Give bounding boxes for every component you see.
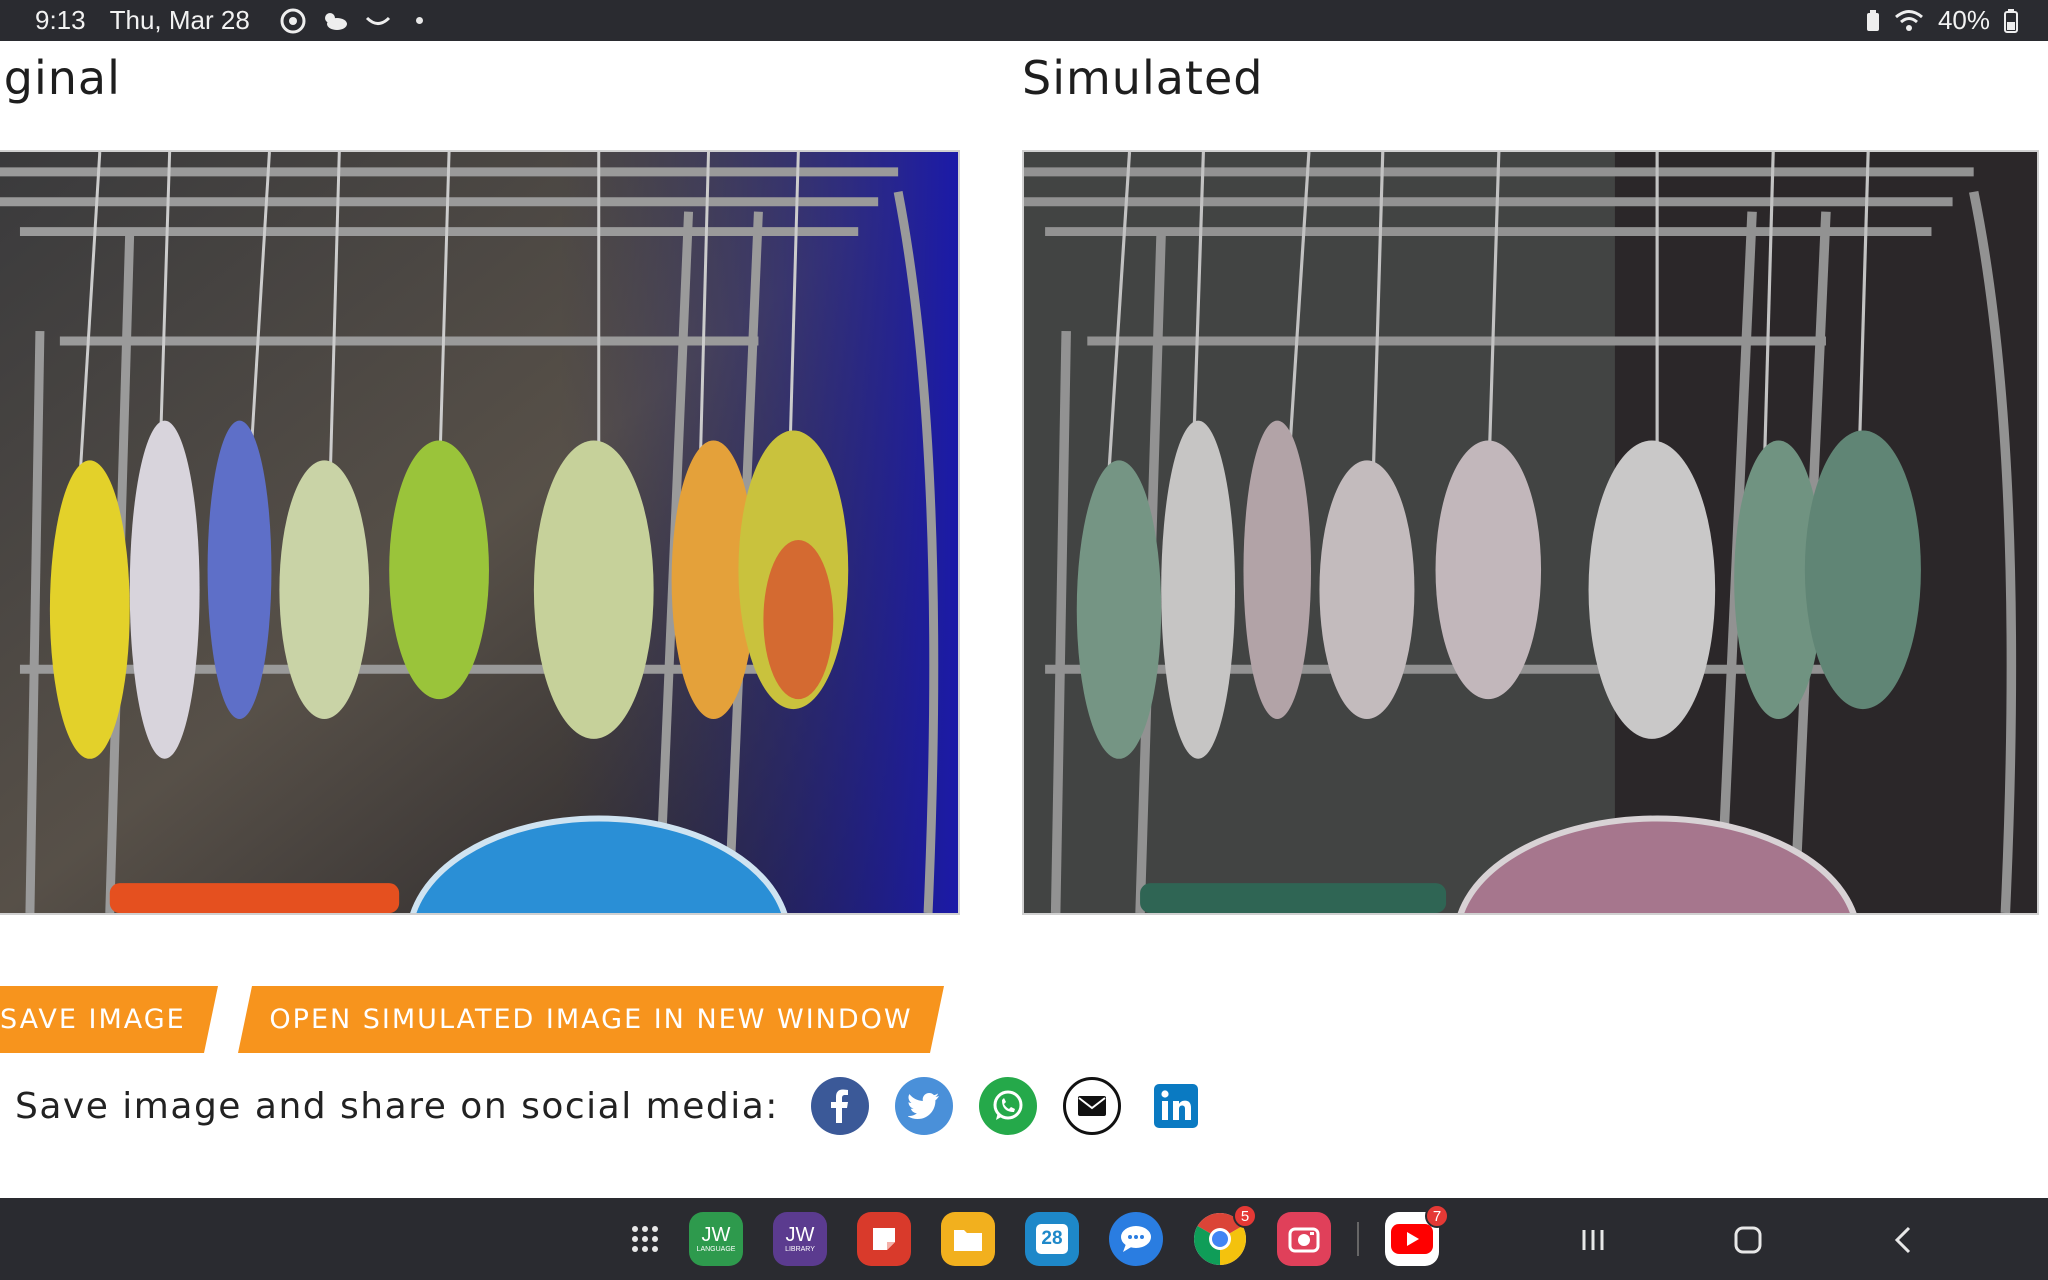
status-time: 9:13	[35, 5, 86, 35]
share-row: Save image and share on social media:	[15, 1071, 1209, 1141]
jw-language-sub: LANGUAGE	[696, 1246, 736, 1253]
original-heading: iginal	[0, 51, 121, 105]
chrome-app-icon[interactable]: 5	[1193, 1204, 1257, 1266]
linkedin-icon[interactable]	[1147, 1077, 1205, 1135]
simulated-image	[1022, 150, 2039, 915]
screen-recorder-app-icon[interactable]	[1277, 1212, 1331, 1266]
simulated-heading: Simulated	[1022, 51, 1264, 105]
recent-apps-button[interactable]	[1573, 1220, 1613, 1260]
battery-icon	[2004, 8, 2018, 33]
apps-grid-icon[interactable]	[618, 1212, 672, 1266]
back-button[interactable]	[1883, 1220, 1923, 1260]
battery-saver-icon	[1866, 9, 1880, 32]
notes-app-icon[interactable]	[857, 1212, 911, 1266]
open-simulated-image-button[interactable]: OPEN SIMULATED IMAGE IN NEW WINDOW	[238, 986, 944, 1053]
status-bar: 9:13 Thu, Mar 28 40%	[0, 0, 2048, 41]
page-content: iginal Simulated SAVE IMAGE OPEN SIMULAT…	[0, 41, 2048, 1198]
calendar-date-label: 28	[1036, 1224, 1068, 1254]
jw-library-app-icon[interactable]: JW LIBRARY	[773, 1212, 827, 1266]
jw-language-app-icon[interactable]: JW LANGUAGE	[689, 1212, 743, 1266]
home-button[interactable]	[1728, 1220, 1768, 1260]
calendar-app-icon[interactable]: 28	[1025, 1212, 1079, 1266]
messages-app-icon[interactable]	[1109, 1212, 1163, 1266]
fishing-lures-photo-simulated	[1024, 152, 2037, 913]
share-label: Save image and share on social media:	[15, 1085, 779, 1127]
chrome-badge: 5	[1233, 1204, 1257, 1228]
save-image-button[interactable]: SAVE IMAGE	[0, 986, 218, 1053]
fishing-lures-photo-original	[0, 152, 958, 913]
jw-language-label: JW	[701, 1224, 731, 1246]
weather-icon	[320, 9, 350, 33]
original-image	[0, 150, 960, 915]
youtube-badge: 7	[1425, 1204, 1449, 1228]
facebook-icon[interactable]	[810, 1077, 869, 1135]
notification-dot-icon	[415, 17, 423, 24]
chrome-icon	[280, 8, 306, 34]
jw-library-sub: LIBRARY	[785, 1246, 815, 1253]
battery-percent: 40%	[1937, 5, 1990, 35]
whatsapp-icon[interactable]	[978, 1077, 1037, 1135]
jw-library-label: JW	[785, 1224, 815, 1246]
smile-icon	[364, 13, 392, 29]
taskbar-dock: JW LANGUAGE JW LIBRARY 28 5 7	[0, 1198, 2048, 1280]
status-date: Thu, Mar 28	[109, 5, 250, 35]
email-icon[interactable]	[1062, 1077, 1121, 1135]
youtube-app-icon[interactable]: 7	[1385, 1204, 1449, 1266]
my-files-app-icon[interactable]	[941, 1212, 995, 1266]
twitter-icon[interactable]	[894, 1077, 953, 1135]
wifi-icon	[1894, 9, 1924, 33]
dock-divider	[1357, 1222, 1359, 1256]
